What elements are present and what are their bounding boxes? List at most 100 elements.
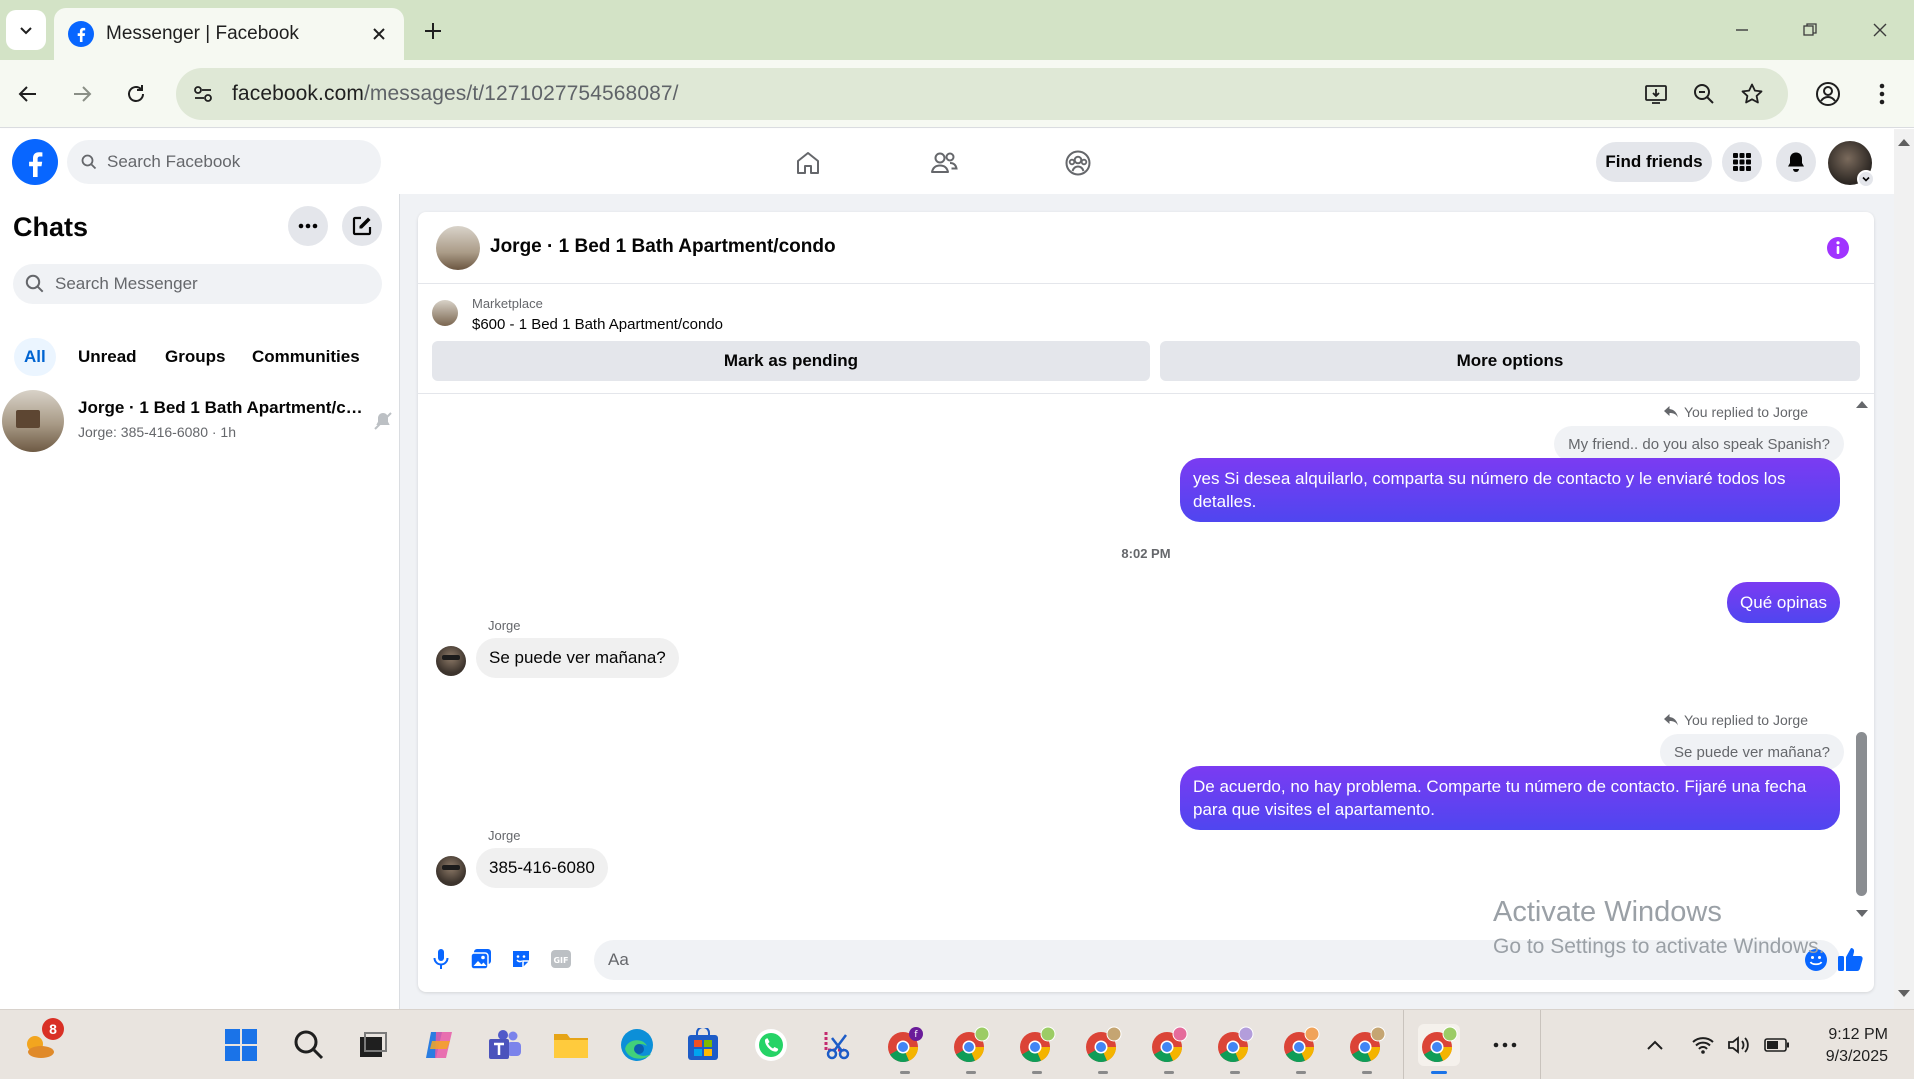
chrome-profile-3[interactable] (1016, 1024, 1058, 1074)
more-options-button[interactable]: More options (1160, 341, 1860, 381)
account-avatar[interactable] (1828, 141, 1875, 188)
chrome-profile-2[interactable] (950, 1024, 992, 1074)
file-explorer-app[interactable] (550, 1024, 592, 1066)
address-bar[interactable]: facebook.com/messages/t/1271027754568087… (176, 68, 1788, 120)
chat-title[interactable]: Jorge · 1 Bed 1 Bath Apartment/condo (490, 236, 836, 258)
account-menu-chevron[interactable] (1857, 170, 1875, 188)
outgoing-message[interactable]: yes Si desea alquilarlo, comparta su núm… (1180, 458, 1840, 522)
menu-button[interactable] (1722, 142, 1762, 182)
back-button[interactable] (8, 74, 48, 114)
outgoing-message[interactable]: Qué opinas (1727, 582, 1840, 623)
chrome-profile-6[interactable] (1214, 1024, 1256, 1074)
taskbar-search-button[interactable] (288, 1024, 330, 1066)
reload-button[interactable] (116, 74, 156, 114)
snipping-tool-app[interactable] (816, 1024, 858, 1066)
task-view-icon (360, 1032, 387, 1057)
facebook-logo-icon[interactable] (12, 139, 58, 185)
incoming-message[interactable]: 385-416-6080 (476, 848, 608, 888)
incoming-message[interactable]: Se puede ver mañana? (476, 638, 679, 678)
quoted-message[interactable]: Se puede ver mañana? (1660, 734, 1844, 770)
browser-menu-button[interactable] (1862, 74, 1902, 114)
page-scrollbar[interactable] (1894, 129, 1914, 1009)
facebook-search-input[interactable]: Search Facebook (67, 140, 381, 184)
chevron-up-icon (1647, 1040, 1663, 1050)
find-friends-button[interactable]: Find friends (1596, 142, 1712, 182)
sticker-icon (513, 951, 529, 967)
nav-friends[interactable] (924, 143, 964, 183)
forward-button[interactable] (62, 74, 102, 114)
task-view-button[interactable] (352, 1024, 394, 1066)
browser-tab[interactable]: Messenger | Facebook (54, 8, 404, 60)
nav-groups[interactable] (1058, 143, 1098, 183)
arrow-left-icon (18, 86, 36, 102)
thread-scrollbar-thumb[interactable] (1856, 732, 1867, 896)
sender-avatar[interactable] (436, 856, 466, 886)
filter-groups[interactable]: Groups (155, 338, 235, 376)
sender-avatar[interactable] (436, 646, 466, 676)
chrome-profile-8[interactable] (1346, 1024, 1388, 1074)
tab-close-button[interactable] (368, 23, 390, 45)
minimize-icon (1736, 29, 1748, 31)
folder-icon (554, 1034, 588, 1058)
chrome-icon (1350, 1026, 1386, 1063)
compose-icon (352, 216, 372, 236)
restore-button[interactable] (1790, 14, 1830, 46)
more-apps-button[interactable] (1484, 1024, 1526, 1066)
copilot-app[interactable] (418, 1024, 460, 1066)
sender-name: Jorge (488, 618, 521, 633)
bell-icon (1788, 152, 1804, 172)
chrome-profile-7[interactable] (1280, 1024, 1322, 1074)
tab-search-button[interactable] (6, 10, 46, 50)
thumbs-up-icon[interactable] (1836, 944, 1866, 974)
outgoing-message[interactable]: De acuerdo, no hay problema. Comparte tu… (1180, 766, 1840, 830)
new-message-button[interactable] (342, 206, 382, 246)
mark-as-pending-button[interactable]: Mark as pending (432, 341, 1150, 381)
whatsapp-icon (755, 1029, 787, 1061)
new-tab-button[interactable] (418, 16, 448, 46)
restore-icon (1803, 23, 1817, 36)
store-app[interactable] (682, 1024, 724, 1066)
chat-avatar[interactable] (436, 226, 480, 270)
messenger-search-input[interactable]: Search Messenger (13, 264, 382, 304)
listing-title[interactable]: $600 - 1 Bed 1 Bath Apartment/condo (472, 316, 723, 333)
chrome-icon (1152, 1026, 1188, 1063)
chrome-profile-active[interactable] (1418, 1024, 1460, 1074)
voice-clip-button[interactable] (428, 946, 454, 972)
info-icon[interactable] (1826, 236, 1850, 260)
chrome-profile-1[interactable]: f (884, 1024, 926, 1074)
profile-button[interactable] (1808, 74, 1848, 114)
filter-all[interactable]: All (14, 338, 56, 376)
notifications-button[interactable] (1776, 142, 1816, 182)
attach-photo-button[interactable] (468, 946, 494, 972)
show-hidden-icons-button[interactable] (1634, 1024, 1676, 1066)
sticker-button[interactable] (508, 946, 534, 972)
filter-communities[interactable]: Communities (242, 338, 370, 376)
bookmark-button[interactable] (1734, 76, 1770, 112)
window-close-button[interactable] (1860, 14, 1900, 46)
filter-unread[interactable]: Unread (68, 338, 147, 376)
watermark-line2: Go to Settings to activate Windows. (1493, 935, 1825, 958)
tune-icon (194, 86, 212, 102)
zoom-button[interactable] (1686, 76, 1722, 112)
gif-icon: GIF (551, 950, 571, 968)
reply-note-text: You replied to Jorge (1683, 712, 1808, 728)
chrome-profile-4[interactable] (1082, 1024, 1124, 1074)
battery-button[interactable] (1756, 1024, 1798, 1066)
chats-options-button[interactable] (288, 206, 328, 246)
volume-button[interactable] (1718, 1024, 1760, 1066)
system-clock[interactable]: 9:12 PM 9/3/2025 (1798, 1024, 1888, 1068)
quoted-message[interactable]: My friend.. do you also speak Spanish? (1554, 426, 1844, 462)
minimize-button[interactable] (1722, 14, 1762, 46)
nav-home[interactable] (788, 143, 828, 183)
taskbar-separator (1540, 1010, 1541, 1079)
start-button[interactable] (220, 1024, 262, 1066)
running-indicator (1164, 1071, 1174, 1074)
site-info-button[interactable] (186, 77, 220, 111)
gif-button[interactable]: GIF (548, 946, 574, 972)
teams-app[interactable] (484, 1024, 526, 1066)
chrome-profile-5[interactable] (1148, 1024, 1190, 1074)
account-icon (1816, 82, 1840, 106)
edge-app[interactable] (616, 1024, 658, 1066)
whatsapp-app[interactable] (750, 1024, 792, 1066)
install-app-button[interactable] (1638, 76, 1674, 112)
